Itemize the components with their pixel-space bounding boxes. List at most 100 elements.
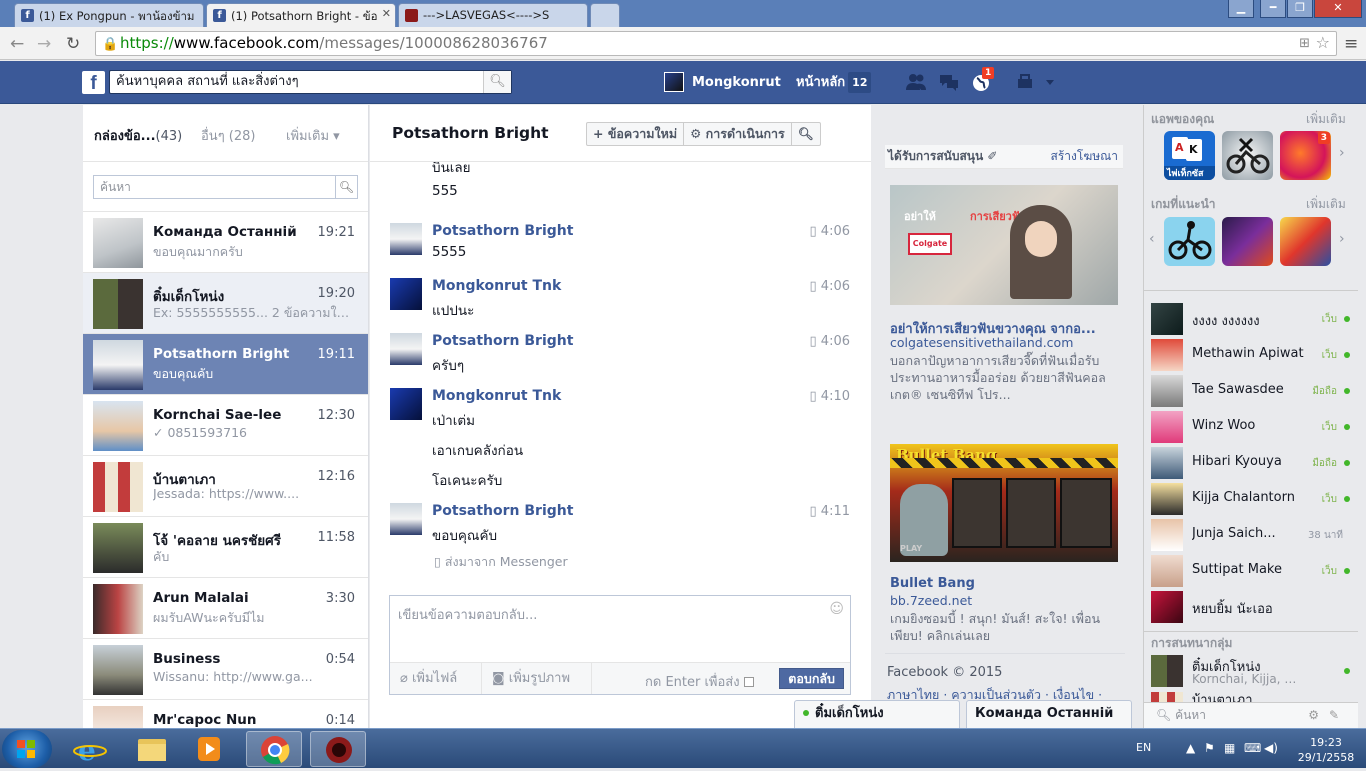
sender-avatar[interactable]	[390, 223, 422, 255]
thread-item[interactable]: Команда Останній 19:21 ขอบคุณมากครับ	[83, 211, 368, 272]
create-ad-link[interactable]: สร้างโฆษณา	[1051, 145, 1119, 167]
thread-item[interactable]: Kornchai Sae-lee 12:30 ✓ 0851593716	[83, 394, 368, 455]
thread-item[interactable]: Business 0:54 Wissanu: http://www.ga...	[83, 638, 368, 699]
chat-tab[interactable]: ติ๋มเด็กโหน่ง	[794, 700, 960, 728]
translate-icon[interactable]: ⊞	[1299, 32, 1310, 55]
sponsored-info-icon[interactable]: ✐	[987, 149, 997, 163]
media-player-icon[interactable]	[182, 731, 238, 767]
facebook-logo-icon[interactable]: f	[82, 71, 105, 94]
sender-name[interactable]: Mongkonrut Tnk	[432, 388, 561, 404]
ad-url[interactable]: colgatesensitivethailand.com	[890, 335, 1073, 350]
game-app-icon[interactable]	[310, 731, 366, 767]
flag-icon[interactable]: ⚑	[1204, 741, 1215, 755]
sender-avatar[interactable]	[390, 503, 422, 535]
minimize-window-icon[interactable]: ▁	[1228, 0, 1254, 18]
close-window-icon[interactable]: ✕	[1314, 0, 1362, 18]
emoticon-icon[interactable]: ☺	[829, 601, 844, 617]
press-enter-checkbox[interactable]	[743, 677, 754, 687]
privacy-shortcuts-icon[interactable]	[1016, 73, 1056, 93]
keyboard-icon[interactable]: ⌨	[1244, 741, 1261, 755]
friend-item[interactable]: Hibari Kyouya มือถือ	[1151, 446, 1355, 480]
forward-arrow-icon[interactable]: →	[37, 34, 51, 54]
bullet-bang-ad-image[interactable]: Bullet Bang PLAY	[890, 444, 1118, 562]
notifications-globe-icon[interactable]: 1	[970, 67, 995, 93]
friend-item[interactable]: Junja Saich... 38 นาที	[1151, 518, 1355, 552]
profile-link[interactable]: Mongkonrut	[664, 72, 781, 93]
thread-search-input[interactable]: ค้นหา 🔍︎	[93, 175, 358, 199]
press-enter-option[interactable]: กด Enter เพื่อส่ง	[645, 671, 754, 692]
file-explorer-icon[interactable]	[124, 731, 180, 767]
sender-avatar[interactable]	[390, 333, 422, 365]
sender-name[interactable]: Potsathorn Bright	[432, 503, 573, 519]
friend-item[interactable]: งงงง งงงงงง เว็บ	[1151, 302, 1355, 336]
thread-item[interactable]: บ้านตาเภา 12:16 Jessada: https://www....	[83, 455, 368, 516]
actions-button[interactable]: ⚙ การดำเนินการ	[684, 123, 792, 145]
browser-tab-1[interactable]: f (1) Ex Pongpun - พาน้องข้าม	[14, 3, 204, 27]
language-indicator[interactable]: EN	[1136, 741, 1151, 754]
ad-title[interactable]: Bullet Bang	[890, 576, 1122, 591]
bike-game-app-icon[interactable]	[1222, 131, 1273, 180]
internet-explorer-icon[interactable]: e	[62, 731, 118, 767]
start-button[interactable]	[2, 730, 52, 768]
restore-window-icon[interactable]: ❐	[1287, 0, 1313, 18]
search-icon[interactable]: 🔍︎	[335, 176, 357, 198]
friend-item[interactable]: Methawin Apiwat เว็บ	[1151, 338, 1355, 372]
new-tab-button[interactable]	[590, 3, 620, 27]
add-file-button[interactable]: ⌀ เพิ่มไฟล์	[390, 663, 482, 694]
other-tab[interactable]: อื่นๆ (28)	[201, 125, 256, 146]
chevron-left-icon[interactable]: ‹	[1149, 231, 1155, 247]
texas-poker-app-icon[interactable]: AK ไพ่เท็กซัส	[1164, 131, 1215, 180]
back-arrow-icon[interactable]: ←	[10, 34, 24, 54]
thread-item[interactable]: ติ๋มเด็กโหน่ง 19:20 Ex: 5555555555... 2 …	[83, 272, 368, 333]
more-dropdown[interactable]: เพิ่มเติม ▾	[286, 125, 340, 146]
tray-arrow-icon[interactable]: ▲	[1186, 741, 1195, 755]
apps-more-link[interactable]: เพิ่มเติม	[1306, 110, 1346, 129]
settings-window-icon[interactable]: ━	[1260, 0, 1286, 18]
chat-tab[interactable]: Команда Останній	[966, 700, 1132, 728]
friend-item[interactable]: Winz Woo เว็บ	[1151, 410, 1355, 444]
bmx-game-icon[interactable]	[1164, 217, 1215, 266]
browser-tab-2[interactable]: f (1) Potsathorn Bright - ข้อ ✕	[206, 3, 396, 27]
ad-url[interactable]: bb.7zeed.net	[890, 593, 972, 608]
colgate-ad-image[interactable]: อย่าให้ การเสียวฟัน Colgate	[890, 185, 1118, 305]
sender-name[interactable]: Mongkonrut Tnk	[432, 278, 561, 294]
gear-icon[interactable]: ⚙	[1308, 703, 1319, 727]
address-bar[interactable]: 🔒 https://www.facebook.com/messages/10000…	[95, 31, 1337, 56]
thread-item[interactable]: โจ้ 'คอลาย นครชัยศรี 11:58 คับ	[83, 516, 368, 577]
friend-requests-icon[interactable]	[905, 73, 927, 93]
reply-button[interactable]: ตอบกลับ	[779, 668, 844, 689]
thread-item-selected[interactable]: Potsathorn Bright 19:11 ขอบคุณคับ	[83, 333, 368, 394]
anime-game-icon[interactable]	[1280, 217, 1331, 266]
chevron-right-icon[interactable]: ›	[1339, 145, 1345, 161]
games-more-link[interactable]: เพิ่มเติม	[1306, 195, 1346, 214]
facebook-search-input[interactable]: ค้นหาบุคคล สถานที่ และสิ่งต่างๆ 🔍︎	[109, 70, 512, 94]
friend-item[interactable]: Kijja Chalantorn เว็บ	[1151, 482, 1355, 516]
thread-item[interactable]: Arun Malalai 3:30 ผมรับAWนะครับมีไม	[83, 577, 368, 638]
candy-crush-app-icon[interactable]: 3	[1280, 131, 1331, 180]
messages-icon[interactable]	[938, 73, 960, 93]
new-message-button[interactable]: + ข้อความใหม่	[587, 123, 685, 145]
friend-item[interactable]: Suttipat Make เว็บ	[1151, 554, 1355, 588]
add-photo-button[interactable]: ◙ เพิ่มรูปภาพ	[482, 663, 592, 694]
menu-icon[interactable]: ≡	[1344, 34, 1358, 54]
friend-item[interactable]: Tae Sawasdee มือถือ	[1151, 374, 1355, 408]
volume-icon[interactable]: ◀)	[1264, 741, 1278, 755]
action-game-icon[interactable]	[1222, 217, 1273, 266]
chat-search-input[interactable]: 🔍︎ ค้นหา ⚙ ✎	[1144, 702, 1358, 728]
sender-name[interactable]: Potsathorn Bright	[432, 223, 573, 239]
conversation-title[interactable]: Potsathorn Bright	[392, 124, 549, 142]
search-icon[interactable]: 🔍︎	[483, 71, 511, 93]
bookmark-star-icon[interactable]: ☆	[1316, 31, 1330, 54]
chevron-right-icon[interactable]: ›	[1339, 231, 1345, 247]
close-tab-icon[interactable]: ✕	[382, 7, 391, 20]
reply-box[interactable]: เขียนข้อความตอบกลับ... ☺ ⌀ เพิ่มไฟล์ ◙ เ…	[389, 595, 851, 695]
inbox-tab[interactable]: กล่องข้อ...(43)	[94, 125, 182, 146]
clock[interactable]: 19:23 29/1/2558	[1296, 735, 1356, 765]
reload-icon[interactable]: ↻	[66, 34, 80, 54]
sender-avatar[interactable]	[390, 388, 422, 420]
search-conversation-icon[interactable]: 🔍︎	[792, 123, 820, 145]
friend-item[interactable]: หยบยิ้ม นัะเออ	[1151, 590, 1355, 624]
compose-icon[interactable]: ✎	[1329, 703, 1339, 727]
group-item[interactable]: ติ๋มเด็กโหน่ง Kornchai, Kijja, Wiss...	[1151, 654, 1355, 688]
network-icon[interactable]: ▦	[1224, 741, 1235, 755]
